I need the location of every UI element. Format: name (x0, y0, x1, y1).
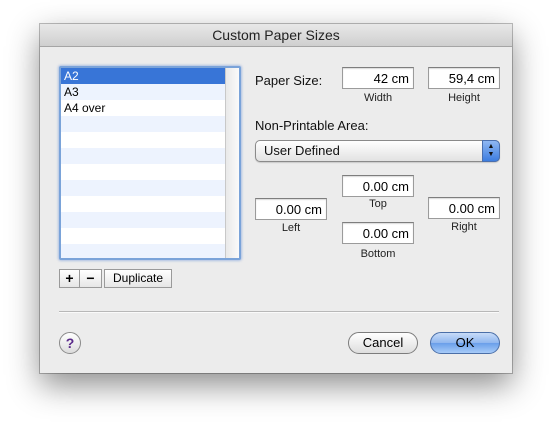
right-margin-field[interactable] (428, 197, 500, 219)
cancel-button[interactable]: Cancel (348, 332, 418, 354)
right-label: Right (451, 221, 477, 233)
window-title: Custom Paper Sizes (40, 24, 512, 47)
list-item-empty (61, 244, 226, 258)
list-item-empty (61, 132, 226, 148)
list-item-empty (61, 148, 226, 164)
paper-height-field[interactable] (428, 67, 500, 89)
list-item-empty (61, 228, 226, 244)
paper-width-field[interactable] (342, 67, 414, 89)
popup-selected-value: User Defined (264, 143, 340, 158)
custom-paper-sizes-dialog: Custom Paper Sizes A2 A3 A4 over + − Dup… (40, 24, 512, 373)
list-item-a4-over[interactable]: A4 over (61, 100, 226, 116)
non-printable-area-popup[interactable]: User Defined ▲ ▼ (255, 140, 500, 162)
remove-paper-size-button[interactable]: − (80, 269, 102, 288)
paper-size-list-rows: A2 A3 A4 over (61, 68, 226, 258)
bottom-label: Bottom (360, 248, 396, 260)
width-label: Width (363, 92, 393, 104)
top-label: Top (369, 198, 387, 210)
list-item-a2[interactable]: A2 (61, 68, 226, 84)
paper-size-list[interactable]: A2 A3 A4 over (59, 66, 241, 260)
duplicate-button[interactable]: Duplicate (104, 269, 172, 288)
add-paper-size-button[interactable]: + (59, 269, 80, 288)
list-item-empty (61, 116, 226, 132)
list-item-empty (61, 196, 226, 212)
help-button[interactable]: ? (59, 332, 81, 354)
list-item-empty (61, 164, 226, 180)
updown-arrows-icon: ▲ ▼ (482, 140, 500, 162)
height-label: Height (448, 92, 480, 104)
ok-button[interactable]: OK (430, 332, 500, 354)
left-label: Left (281, 222, 301, 234)
list-item-a3[interactable]: A3 (61, 84, 226, 100)
non-printable-area-label: Non-Printable Area: (255, 118, 369, 133)
paper-size-label: Paper Size: (255, 73, 323, 88)
list-item-empty (61, 212, 226, 228)
list-scrollbar[interactable] (225, 68, 239, 258)
left-margin-field[interactable] (255, 198, 327, 220)
list-item-empty (61, 180, 226, 196)
footer-separator (59, 311, 499, 313)
top-margin-field[interactable] (342, 175, 414, 197)
bottom-margin-field[interactable] (342, 222, 414, 244)
